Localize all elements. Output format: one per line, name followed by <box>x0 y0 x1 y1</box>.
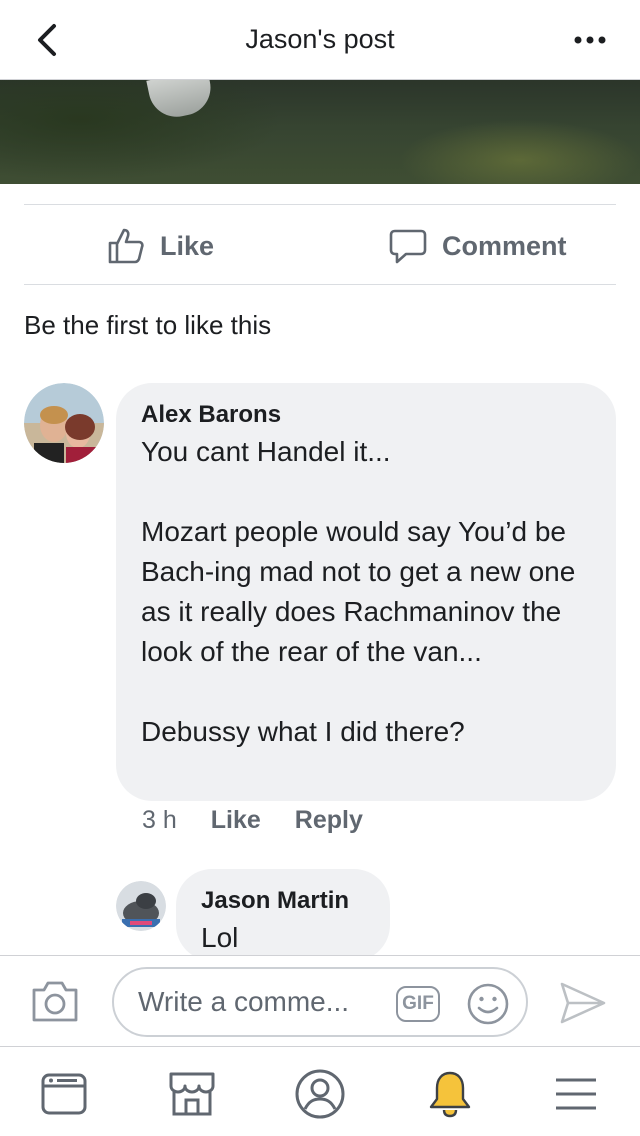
more-dots-icon[interactable] <box>570 26 610 54</box>
comment-time: 3 h <box>142 806 177 834</box>
comment-bubble[interactable]: Alex Barons You cant Handel it... Mozart… <box>116 383 616 801</box>
menu-icon[interactable] <box>548 1066 604 1122</box>
comment-placeholder: Write a comme... <box>138 986 350 1017</box>
reaction-summary: Be the first to like this <box>24 310 272 340</box>
comment-label: Comment <box>442 230 567 261</box>
reply-avatar[interactable] <box>116 881 166 931</box>
thumbs-up-icon <box>108 228 144 264</box>
photo-object <box>146 80 216 122</box>
top-bar: Jason's post <box>0 0 640 80</box>
notifications-bell-icon[interactable] <box>422 1066 478 1122</box>
reply-text: Lol <box>201 922 239 953</box>
comment-button[interactable]: Comment <box>388 222 567 270</box>
comment-input[interactable]: Write a comme... GIF <box>112 967 528 1037</box>
comment-reply-button[interactable]: Reply <box>295 806 363 835</box>
comment-bubble-icon <box>389 229 427 264</box>
comment-like-button[interactable]: Like <box>211 806 261 835</box>
post-photo[interactable] <box>0 80 640 184</box>
marketplace-icon[interactable] <box>164 1066 220 1122</box>
comment-author[interactable]: Alex Barons <box>141 401 281 429</box>
bottom-nav <box>0 1048 640 1136</box>
camera-icon[interactable] <box>30 978 80 1029</box>
reply-author[interactable]: Jason Martin <box>201 887 349 915</box>
comment-meta: 3 h Like Reply <box>142 806 363 835</box>
page-title: Jason's post <box>245 24 395 54</box>
profile-icon[interactable] <box>292 1066 348 1122</box>
comment-text: You cant Handel it... Mozart people woul… <box>141 436 576 747</box>
reply-bubble[interactable]: Jason Martin Lol <box>176 869 390 961</box>
comment-composer: Write a comme... GIF <box>0 955 640 1047</box>
like-label: Like <box>160 230 215 261</box>
divider <box>24 284 616 285</box>
news-feed-icon[interactable] <box>36 1066 92 1122</box>
send-icon[interactable] <box>558 980 608 1031</box>
commenter-avatar[interactable] <box>24 383 104 463</box>
like-button[interactable]: Like <box>106 222 214 270</box>
emoji-smiley-icon[interactable] <box>466 982 510 1031</box>
divider <box>24 204 616 205</box>
gif-button[interactable]: GIF <box>396 986 440 1022</box>
